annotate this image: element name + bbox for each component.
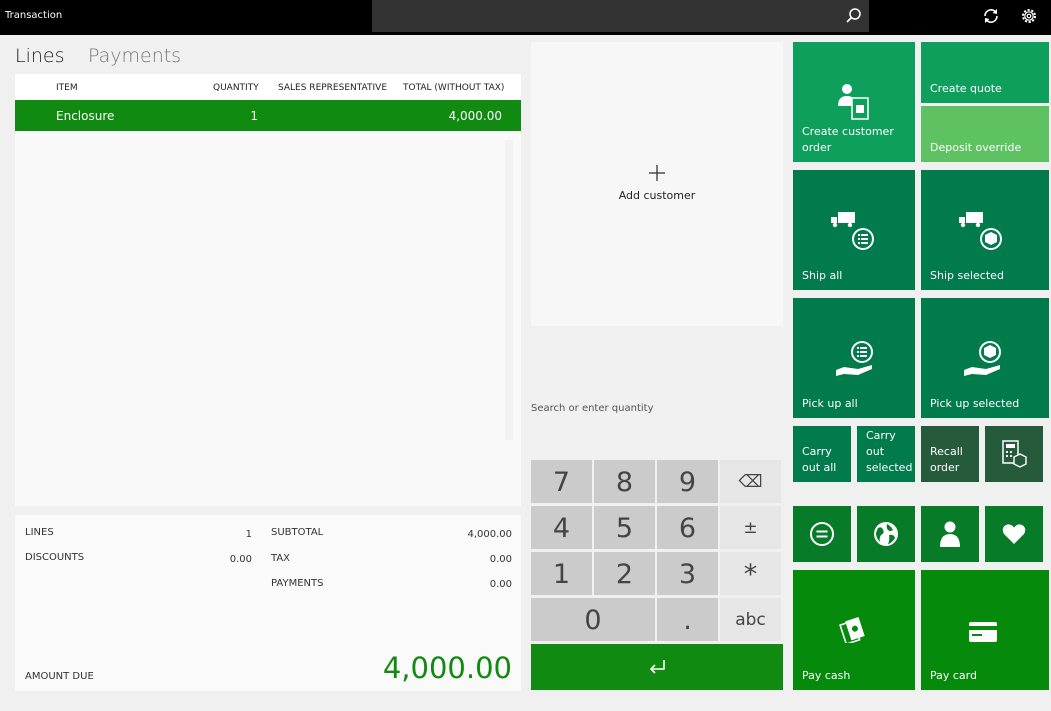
discounts-value: 0.00	[229, 554, 252, 565]
row-item: Enclosure	[56, 109, 115, 123]
numpad-key-9[interactable]: 9	[657, 460, 718, 503]
multiply-key[interactable]: *	[720, 552, 781, 595]
ship-all-tile[interactable]: Ship all	[793, 170, 915, 290]
totals-panel: LINES 1 DISCOUNTS 0.00 SUBTOTAL 4,000.00…	[15, 515, 521, 691]
tile-label: Deposit override	[930, 141, 1022, 154]
plus-icon	[649, 165, 665, 181]
amount-due-value: 4,000.00	[382, 651, 512, 685]
scrollbar[interactable]	[505, 140, 513, 440]
search-input[interactable]	[372, 0, 869, 32]
ship-selected-tile[interactable]: Ship selected	[921, 170, 1049, 290]
customer-icon	[940, 521, 960, 547]
carry-out-selected-tile[interactable]: Carry out selected	[857, 426, 915, 482]
pick-up-all-tile[interactable]: Pick up all	[793, 298, 915, 418]
tab-payments[interactable]: Payments	[88, 45, 181, 67]
gear-icon[interactable]	[1019, 6, 1039, 26]
tile-label: Recall order	[930, 445, 963, 474]
pay-cash-tile[interactable]: Pay cash	[793, 570, 915, 690]
plus-minus-key[interactable]: ±	[720, 506, 781, 549]
payments-value: 0.00	[489, 579, 512, 590]
truck-list-icon	[831, 212, 874, 250]
numpad-key-5[interactable]: 5	[594, 506, 655, 549]
tile-label: Pay cash	[802, 669, 851, 682]
amount-due-label: AMOUNT DUE	[25, 671, 94, 682]
column-header-item[interactable]: ITEM	[56, 83, 78, 93]
pay-card-tile[interactable]: Pay card	[921, 570, 1049, 690]
hand-list-icon	[836, 341, 873, 376]
favorite-tile[interactable]	[985, 506, 1043, 562]
backspace-key[interactable]: ⌫	[720, 460, 781, 503]
calculator-tile[interactable]	[985, 426, 1043, 482]
tile-label: Create customer order	[802, 125, 894, 154]
subtotal-label: SUBTOTAL	[271, 527, 324, 538]
numpad-key-6[interactable]: 6	[657, 506, 718, 549]
card-icon	[969, 622, 997, 642]
numpad-key-3[interactable]: 3	[657, 552, 718, 595]
quantity-input-label: Search or enter quantity	[531, 403, 654, 414]
globe-tile[interactable]	[857, 506, 915, 562]
discounts-label: DISCOUNTS	[25, 552, 85, 563]
tile-label: Carry out all	[802, 445, 837, 474]
equals-tile[interactable]	[793, 506, 851, 562]
subtotal-value: 4,000.00	[467, 529, 512, 540]
lines-count-label: LINES	[25, 527, 54, 538]
tile-label: Pay card	[930, 669, 977, 682]
search-icon[interactable]	[844, 6, 864, 26]
truck-box-icon	[959, 212, 1002, 250]
tile-label: Pick up selected	[930, 397, 1020, 410]
payments-label: PAYMENTS	[271, 578, 324, 589]
tile-label: Create quote	[930, 82, 1002, 95]
tile-label: Ship selected	[930, 269, 1004, 282]
lines-count-value: 1	[245, 529, 252, 540]
add-customer-label: Add customer	[618, 189, 696, 202]
numpad-key-0[interactable]: 0	[531, 598, 655, 641]
numpad-key-1[interactable]: 1	[531, 552, 592, 595]
tab-lines[interactable]: Lines	[15, 45, 65, 67]
decimal-key[interactable]: .	[657, 598, 718, 641]
hand-box-icon	[964, 341, 1001, 376]
numpad-key-8[interactable]: 8	[594, 460, 655, 503]
column-header-total[interactable]: TOTAL (WITHOUT TAX)	[403, 83, 504, 93]
add-customer-button[interactable]: Add customer	[531, 42, 783, 326]
globe-icon	[874, 522, 898, 546]
tile-label: Ship all	[802, 269, 843, 282]
deposit-override-tile[interactable]: Deposit override	[921, 106, 1049, 162]
cash-icon	[839, 617, 865, 643]
refresh-icon[interactable]	[981, 6, 1001, 26]
enter-button[interactable]	[531, 644, 783, 690]
page-title: Transaction	[5, 10, 63, 21]
numpad-key-4[interactable]: 4	[531, 506, 592, 549]
numpad-key-7[interactable]: 7	[531, 460, 592, 503]
equals-icon	[810, 522, 834, 546]
calculator-icon	[1002, 440, 1027, 468]
enter-icon	[649, 660, 665, 674]
abc-key[interactable]: abc	[720, 598, 781, 641]
carry-out-all-tile[interactable]: Carry out all	[793, 426, 851, 482]
column-header-sales-rep[interactable]: SALES REPRESENTATIVE	[278, 83, 387, 93]
tile-label: Carry out selected	[866, 429, 913, 474]
create-customer-order-tile[interactable]: Create customer order	[793, 42, 915, 162]
tax-value: 0.00	[489, 554, 512, 565]
tile-label: Pick up all	[802, 397, 858, 410]
top-bar: Transaction	[0, 0, 1051, 35]
customer-order-icon	[838, 84, 869, 120]
numpad-key-2[interactable]: 2	[594, 552, 655, 595]
grid-header: ITEM QUANTITY SALES REPRESENTATIVE TOTAL…	[15, 74, 521, 100]
customer-tile[interactable]	[921, 506, 979, 562]
tax-label: TAX	[271, 553, 291, 564]
column-header-quantity[interactable]: QUANTITY	[213, 83, 259, 93]
heart-icon	[1002, 524, 1026, 544]
row-total: 4,000.00	[448, 109, 502, 123]
lines-grid: ITEM QUANTITY SALES REPRESENTATIVE TOTAL…	[15, 74, 521, 506]
pick-up-selected-tile[interactable]: Pick up selected	[921, 298, 1049, 418]
table-row[interactable]: Enclosure 1 4,000.00	[15, 100, 521, 131]
recall-order-tile[interactable]: Recall order	[921, 426, 979, 482]
create-quote-tile[interactable]: Create quote	[921, 42, 1049, 103]
row-quantity: 1	[250, 109, 258, 123]
